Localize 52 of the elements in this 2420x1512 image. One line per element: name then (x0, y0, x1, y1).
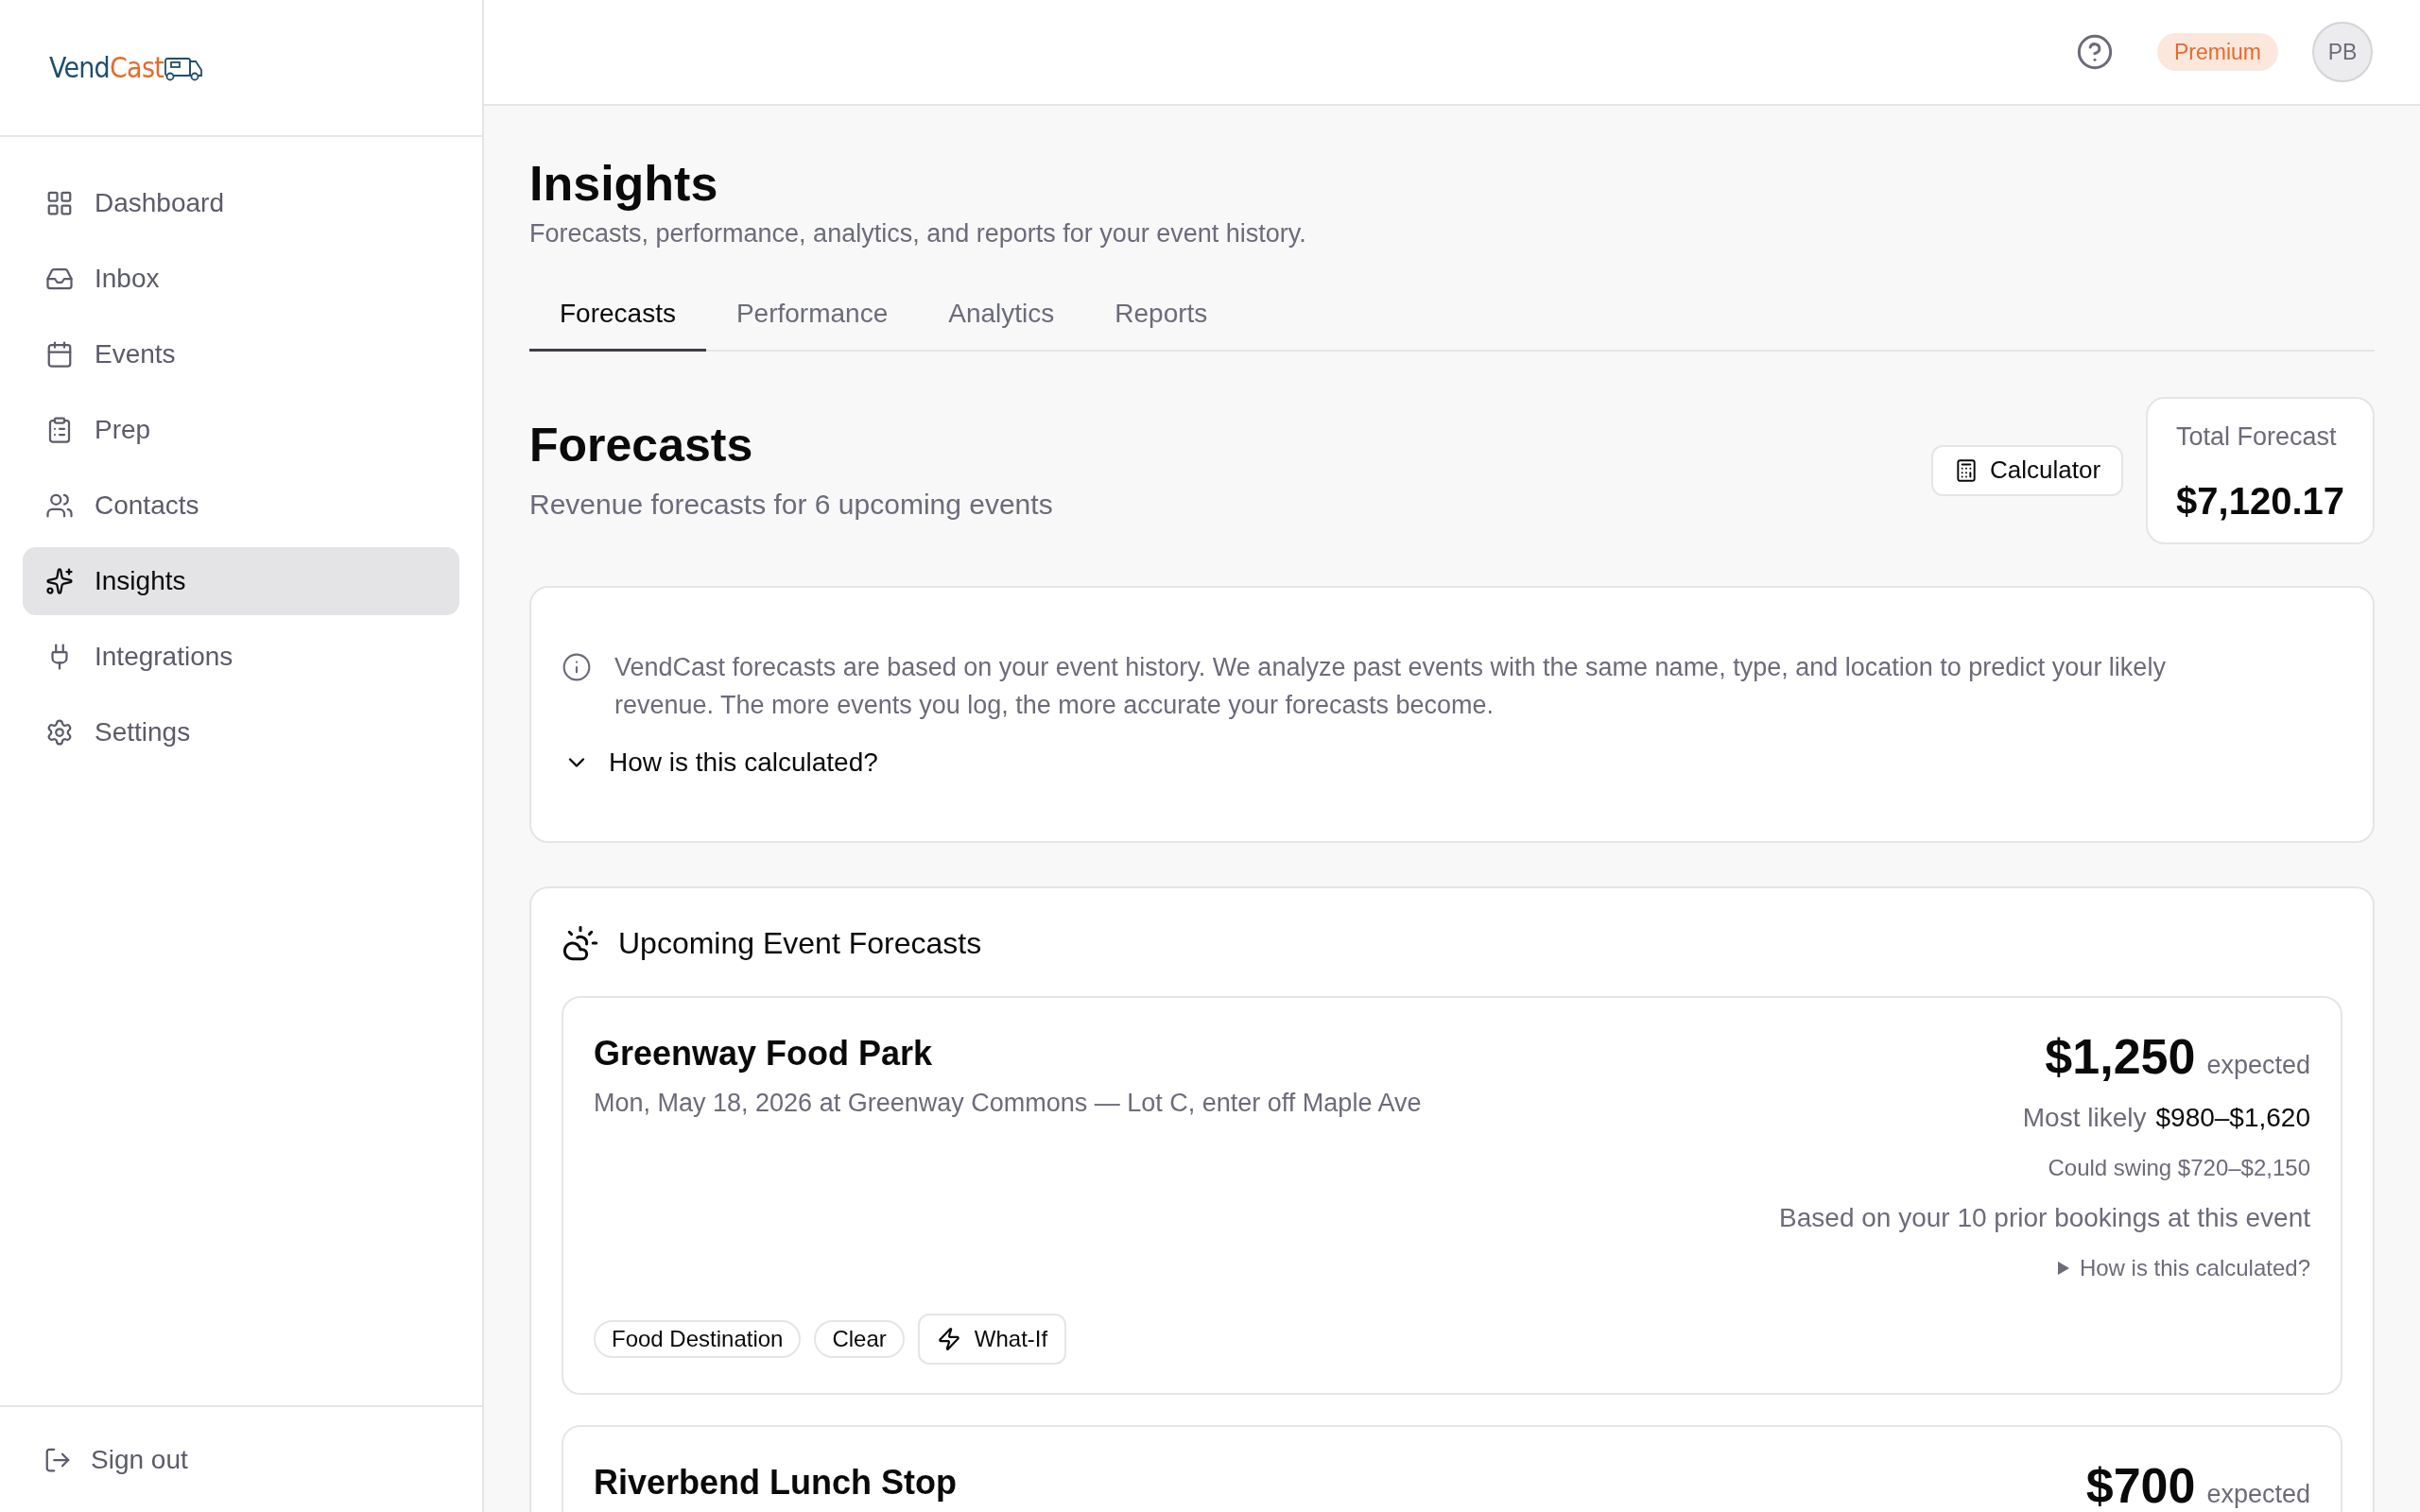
expected-amount: $700 (2085, 1460, 2196, 1510)
tab[interactable]: Analytics (918, 279, 1085, 352)
calendar-icon (45, 340, 74, 369)
section-title: Forecasts (529, 418, 754, 473)
info-icon (562, 652, 592, 682)
dashboard-icon (45, 189, 74, 217)
sidebar-item[interactable]: Events (23, 320, 459, 388)
total-forecast-label: Total Forecast (2176, 421, 2338, 453)
sidebar-item[interactable]: Settings (23, 698, 459, 766)
likely-range: $980–$1,620 (2155, 1101, 2310, 1134)
calculator-button[interactable]: Calculator (1931, 444, 2124, 496)
likely-label: Most likely (2022, 1101, 2147, 1134)
calculation-toggle[interactable]: How is this calculated? (2056, 1250, 2310, 1285)
triangle-icon (2056, 1260, 2070, 1276)
cloud-sun-icon (562, 924, 599, 962)
page-title: Insights (529, 155, 719, 213)
user-avatar[interactable]: PB (2312, 22, 2373, 82)
premium-badge: Premium (2157, 33, 2278, 71)
event-name: Greenway Food Park (594, 1033, 934, 1074)
panel-title: Upcoming Event Forecasts (618, 925, 982, 962)
expected-label: expected (2206, 1050, 2310, 1081)
event-tag: Clear (814, 1319, 905, 1358)
what-if-button[interactable]: What-If (917, 1313, 1067, 1365)
section-subtitle: Revenue forecasts for 6 upcoming events (529, 487, 1053, 522)
expected-amount: $1,250 (2045, 1032, 2196, 1081)
event-tag: Food Destination (594, 1319, 802, 1358)
sidebar-item[interactable]: Prep (23, 396, 459, 464)
sparkles-icon (45, 567, 74, 595)
page-subtitle: Forecasts, performance, analytics, and reports for your event history. (529, 218, 1307, 249)
info-text: VendCast forecasts are based on your event history. We analyze past events with the same name, type, and location to predict your likely revenue. The more events you log, the more accurate your forecasts become. (614, 652, 2167, 721)
tab[interactable]: Forecasts (529, 279, 706, 352)
event-name: Riverbend Lunch Stop (594, 1461, 957, 1503)
calculation-toggle[interactable]: How is this calculated? (562, 743, 878, 782)
settings-icon (45, 718, 74, 747)
sidebar-item[interactable]: Integrations (23, 623, 459, 691)
logo-wordmark: VendCast (49, 53, 164, 82)
calculator-icon (1954, 457, 1979, 483)
sidebar-item[interactable]: Contacts (23, 472, 459, 540)
sidebar-item[interactable]: Insights (23, 547, 459, 615)
swing-range: Could swing $720–$2,150 (2048, 1153, 2310, 1182)
sidebar-item[interactable]: Dashboard (23, 169, 459, 237)
sign-out-button[interactable]: Sign out (23, 1439, 188, 1480)
sidebar-item[interactable]: Inbox (23, 245, 459, 313)
forecast-basis: Based on your 10 prior bookings at this event (1779, 1201, 2310, 1234)
lightning-icon (936, 1326, 961, 1351)
tab[interactable]: Performance (705, 279, 919, 352)
expected-label: expected (2206, 1478, 2310, 1510)
help-icon[interactable] (2076, 33, 2114, 71)
total-forecast-value: $7,120.17 (2176, 482, 2344, 520)
event-details: Mon, May 18, 2026 at Greenway Commons — Lot C, enter off Maple Ave (594, 1088, 1422, 1119)
tab[interactable]: Reports (1084, 279, 1238, 352)
users-icon (45, 491, 74, 520)
